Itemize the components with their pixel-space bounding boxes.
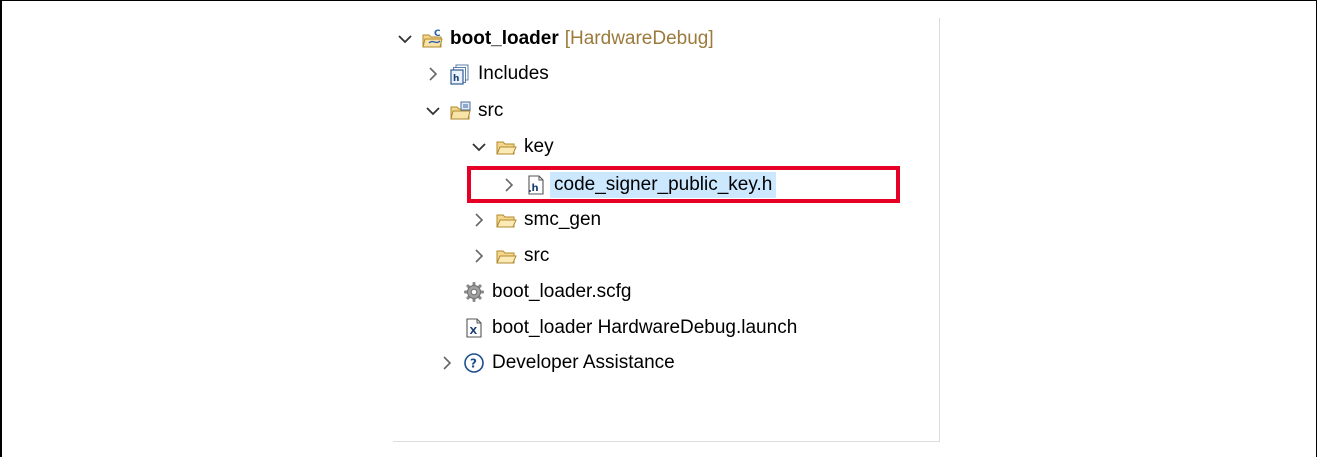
help-icon: ? bbox=[464, 353, 484, 373]
project-name: boot_loader bbox=[450, 28, 559, 49]
tree-item-label: Developer Assistance bbox=[492, 352, 675, 373]
tree-item-project[interactable]: C boot_loader [HardwareDebug] bbox=[396, 22, 714, 56]
tree-item-label: boot_loader HardwareDebug.launch bbox=[492, 317, 798, 338]
chevron-right-icon[interactable] bbox=[470, 211, 488, 229]
chevron-right-icon[interactable] bbox=[424, 65, 442, 83]
highlight-annotation bbox=[467, 166, 900, 203]
svg-text:X: X bbox=[470, 326, 478, 337]
tree-item-smc-gen[interactable]: smc_gen bbox=[470, 203, 601, 237]
tree-item-src[interactable]: src bbox=[424, 94, 503, 128]
svg-text:?: ? bbox=[470, 357, 477, 371]
chevron-down-icon[interactable] bbox=[424, 102, 442, 120]
tree-item-key[interactable]: key bbox=[470, 130, 554, 164]
includes-icon: h bbox=[450, 64, 469, 85]
tree-item-label: smc_gen bbox=[524, 209, 602, 230]
source-folder-icon bbox=[450, 101, 471, 120]
chevron-down-icon[interactable] bbox=[470, 138, 488, 156]
tree-item-scfg[interactable]: boot_loader.scfg bbox=[438, 275, 631, 309]
folder-icon bbox=[496, 141, 517, 155]
tree-item-includes[interactable]: h Includes bbox=[424, 57, 549, 91]
folder-icon bbox=[496, 214, 517, 228]
chevron-right-icon[interactable] bbox=[438, 354, 456, 372]
project-config: [HardwareDebug] bbox=[564, 28, 714, 49]
gear-icon bbox=[464, 282, 484, 302]
svg-text:h: h bbox=[453, 74, 459, 84]
chevron-down-icon[interactable] bbox=[396, 30, 414, 48]
folder-icon bbox=[496, 250, 517, 264]
c-project-icon: C bbox=[422, 29, 443, 48]
tree-item-label: boot_loader.scfg bbox=[492, 281, 632, 302]
chevron-right-icon[interactable] bbox=[470, 247, 488, 265]
svg-text:C: C bbox=[434, 29, 441, 39]
tree-item-label: src bbox=[524, 245, 550, 266]
tree-item-label: src bbox=[478, 100, 504, 121]
launch-file-icon: X bbox=[466, 318, 482, 338]
tree-item-developer-assistance[interactable]: ? Developer Assistance bbox=[438, 346, 675, 380]
tree-item-label: Includes bbox=[478, 63, 549, 84]
tree-item-launch[interactable]: X boot_loader HardwareDebug.launch bbox=[438, 311, 797, 345]
tree-item-label: key bbox=[524, 136, 554, 157]
tree-item-src-sub[interactable]: src bbox=[470, 239, 549, 273]
